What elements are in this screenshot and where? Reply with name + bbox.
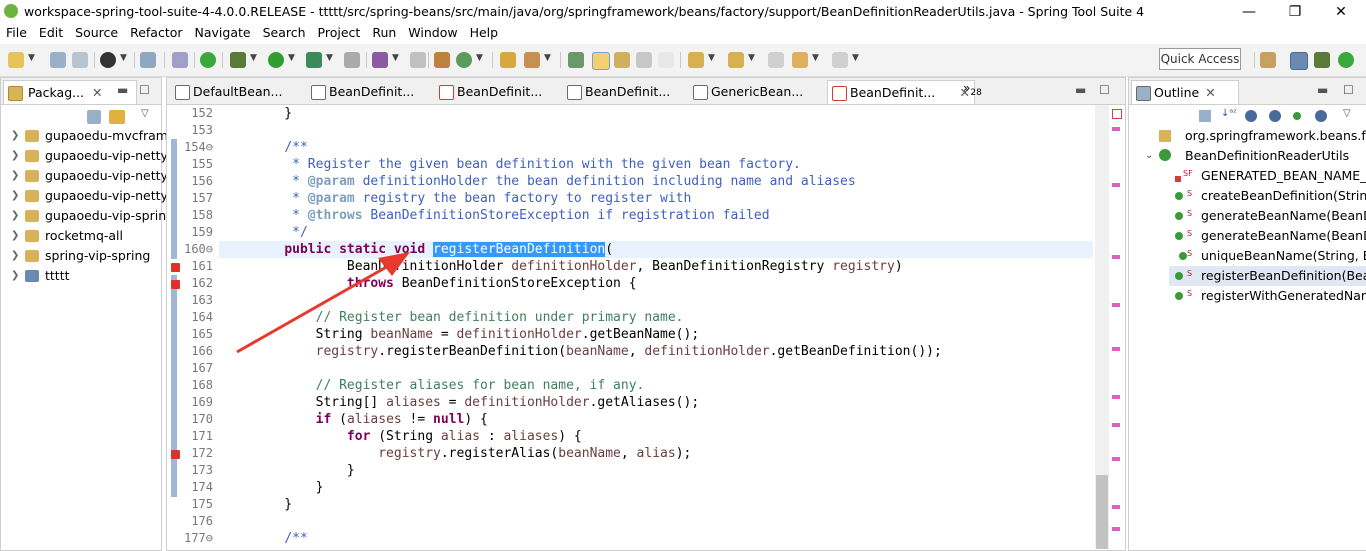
hide-fields-icon[interactable]	[1245, 110, 1257, 122]
outline-member-selected[interactable]: SregisterBeanDefinition(Bean	[1169, 266, 1366, 286]
method-icon	[1175, 272, 1183, 280]
minimize-icon[interactable]: ▬	[1317, 83, 1328, 97]
tab-outline[interactable]: Outline ✕	[1131, 80, 1239, 104]
method-icon	[1175, 232, 1183, 240]
outline-icon	[1136, 86, 1151, 101]
collapse-all-icon[interactable]	[1199, 110, 1211, 122]
package-icon	[1159, 130, 1171, 142]
class-icon	[1159, 149, 1171, 161]
outline-panel: Outline ✕ ▬ ☐ ↓ᵃᶻ ▽ org.springframework.b…	[1128, 77, 1366, 551]
hide-nonpublic-icon[interactable]	[1293, 112, 1301, 120]
chevron-down-icon[interactable]: ⌄	[1145, 146, 1153, 166]
method-icon	[1175, 192, 1183, 200]
view-menu-icon[interactable]: ▽	[1343, 108, 1351, 119]
method-icon	[1179, 252, 1187, 260]
maximize-icon[interactable]: ☐	[1343, 83, 1354, 97]
outline-tabbar: Outline ✕ ▬ ☐	[1129, 78, 1366, 105]
hide-static-icon[interactable]	[1269, 110, 1281, 122]
method-icon	[1175, 292, 1183, 300]
field-icon	[1175, 176, 1181, 182]
sort-icon[interactable]: ↓ᵃᶻ	[1221, 108, 1237, 119]
close-icon[interactable]: ✕	[1205, 85, 1215, 100]
hide-local-types-icon[interactable]	[1315, 110, 1327, 122]
method-icon	[1175, 212, 1183, 220]
